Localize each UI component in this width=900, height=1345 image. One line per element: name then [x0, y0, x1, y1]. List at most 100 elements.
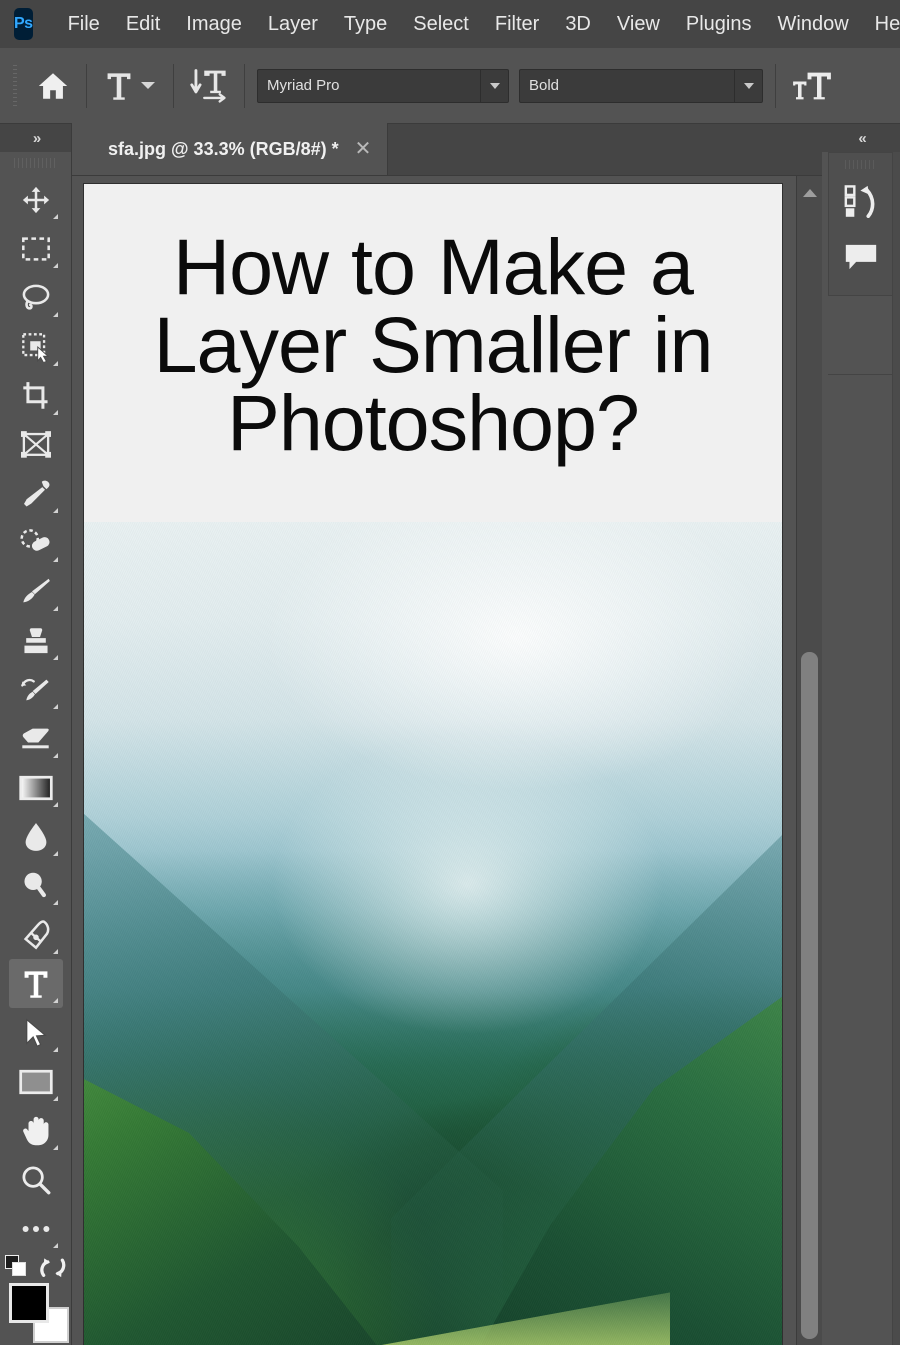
home-icon [36, 69, 70, 103]
tool-flyout-indicator [53, 508, 58, 513]
menu-item-edit[interactable]: Edit [113, 0, 173, 48]
tool-flyout-indicator [53, 606, 58, 611]
menu-item-view[interactable]: View [604, 0, 673, 48]
menu-item-3d[interactable]: 3D [552, 0, 604, 48]
document-tab-title: sfa.jpg @ 33.3% (RGB/8#) * [108, 139, 339, 160]
font-family-select[interactable]: Myriad Pro [257, 69, 509, 103]
options-divider-2 [173, 64, 174, 108]
tool-flyout-indicator [53, 557, 58, 562]
vertical-scrollbar[interactable] [796, 176, 822, 1345]
artwork-photo [84, 522, 782, 1345]
menu-item-plugins[interactable]: Plugins [673, 0, 765, 48]
tool-rectangular-marquee[interactable] [9, 224, 63, 273]
tool-dodge[interactable] [9, 861, 63, 910]
tool-flyout-indicator [53, 998, 58, 1003]
font-style-value: Bold [520, 77, 734, 94]
document-tab-bar: sfa.jpg @ 33.3% (RGB/8#) * ✕ [72, 124, 822, 176]
tool-path-selection[interactable] [9, 1008, 63, 1057]
tool-type[interactable] [9, 959, 63, 1008]
tool-flyout-indicator [53, 312, 58, 317]
photoshop-logo[interactable]: Ps [14, 8, 33, 40]
tool-clone-stamp[interactable] [9, 616, 63, 665]
tools-panel-expand-button[interactable]: » [0, 124, 71, 152]
tool-crop[interactable] [9, 371, 63, 420]
home-button[interactable] [26, 56, 80, 116]
default-background-swatch [12, 1262, 26, 1276]
menu-item-window[interactable]: Window [765, 0, 862, 48]
tool-gradient[interactable] [9, 763, 63, 812]
tool-history-brush[interactable] [9, 665, 63, 714]
color-controls [0, 1249, 72, 1341]
tool-flyout-indicator [53, 1047, 58, 1052]
tool-pen[interactable] [9, 910, 63, 959]
tool-object-selection[interactable] [9, 322, 63, 371]
history-icon [844, 184, 878, 218]
menu-item-select[interactable]: Select [400, 0, 482, 48]
vertical-scrollbar-thumb[interactable] [801, 652, 818, 1339]
menu-item-layer[interactable]: Layer [255, 0, 331, 48]
tool-flyout-indicator [53, 753, 58, 758]
tool-flyout-indicator [53, 263, 58, 268]
swap-colors-icon[interactable] [39, 1253, 67, 1279]
tool-rectangle[interactable] [9, 1057, 63, 1106]
tool-flyout-indicator [53, 361, 58, 366]
tool-flyout-indicator [53, 410, 58, 415]
tool-flyout-indicator [53, 851, 58, 856]
tool-list [0, 173, 71, 1253]
tool-flyout-indicator [53, 949, 58, 954]
tool-edit-toolbar[interactable] [9, 1204, 63, 1253]
text-orientation-button[interactable] [180, 58, 238, 114]
close-icon[interactable]: ✕ [355, 139, 372, 159]
tool-lasso[interactable] [9, 273, 63, 322]
chevron-down-icon [490, 83, 500, 89]
font-style-dropdown-arrow[interactable] [734, 70, 762, 102]
options-divider-3 [244, 64, 245, 108]
right-dock-collapse-button[interactable]: « [822, 124, 900, 152]
tool-flyout-indicator [53, 655, 58, 660]
tool-frame[interactable] [9, 420, 63, 469]
options-divider-1 [86, 64, 87, 108]
chevron-double-right-icon: » [33, 130, 38, 147]
options-divider-4 [775, 64, 776, 108]
foreground-color-swatch[interactable] [9, 1283, 49, 1323]
tool-zoom[interactable] [9, 1155, 63, 1204]
tool-eraser[interactable] [9, 714, 63, 763]
right-dock-drag-handle[interactable] [845, 157, 877, 171]
tool-preset-picker[interactable] [93, 58, 167, 114]
document-canvas[interactable]: How to Make a Layer Smaller in Photoshop… [84, 184, 782, 1345]
tool-eyedropper[interactable] [9, 469, 63, 518]
font-size-button[interactable] [782, 58, 842, 114]
photo-grain-overlay [84, 522, 782, 1345]
color-swatches [7, 1283, 65, 1341]
tool-brush[interactable] [9, 567, 63, 616]
tool-flyout-indicator [53, 802, 58, 807]
default-colors-icon[interactable] [5, 1255, 27, 1277]
menu-item-image[interactable]: Image [173, 0, 255, 48]
text-orientation-icon [190, 68, 228, 104]
tools-panel: » [0, 124, 72, 1345]
type-tool-icon [105, 70, 133, 102]
comments-panel-button[interactable] [829, 229, 893, 285]
scrollbar-up-button[interactable] [797, 176, 822, 210]
comment-icon [844, 242, 878, 272]
artwork-title-text: How to Make a Layer Smaller in Photoshop… [84, 184, 782, 463]
menu-item-filter[interactable]: Filter [482, 0, 552, 48]
tool-move[interactable] [9, 175, 63, 224]
menu-item-help[interactable]: He [862, 0, 900, 48]
options-bar-drag-handle[interactable] [10, 65, 20, 107]
menu-item-type[interactable]: Type [331, 0, 400, 48]
right-dock-empty-area [828, 374, 894, 1345]
tool-blur[interactable] [9, 812, 63, 861]
tool-flyout-indicator [53, 214, 58, 219]
tool-hand[interactable] [9, 1106, 63, 1155]
chevron-up-icon [803, 189, 817, 197]
document-tab[interactable]: sfa.jpg @ 33.3% (RGB/8#) * ✕ [72, 123, 388, 175]
font-style-select[interactable]: Bold [519, 69, 763, 103]
font-family-dropdown-arrow[interactable] [480, 70, 508, 102]
history-panel-button[interactable] [829, 173, 893, 229]
menu-item-file[interactable]: File [55, 0, 113, 48]
tools-panel-drag-handle[interactable] [14, 155, 57, 171]
color-controls-row [0, 1249, 72, 1283]
tool-spot-healing-brush[interactable] [9, 518, 63, 567]
tool-flyout-indicator [53, 704, 58, 709]
